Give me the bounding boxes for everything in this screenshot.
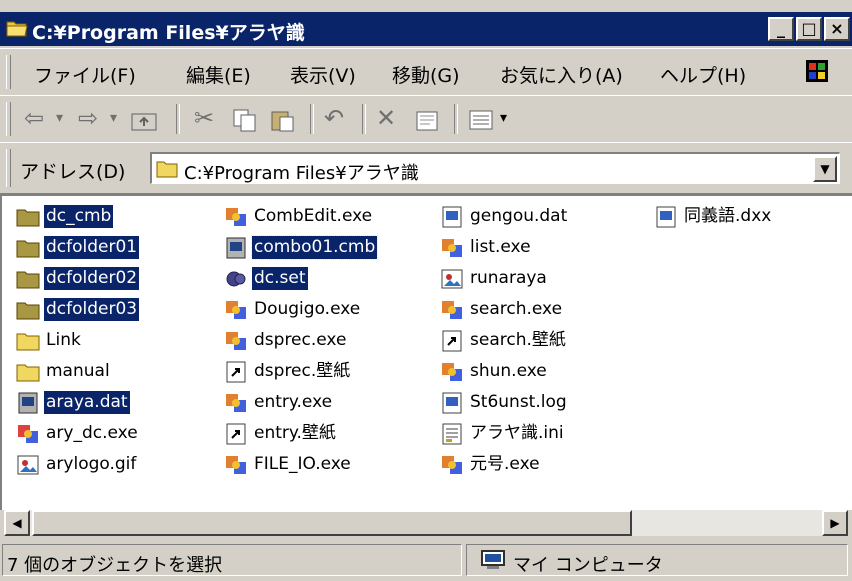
undo-button[interactable]: ↶	[324, 104, 344, 132]
maximize-button[interactable]: □	[796, 17, 822, 41]
forward-dropdown-icon[interactable]: ▾	[110, 104, 117, 132]
ini-icon	[442, 423, 462, 445]
folder-icon	[16, 302, 40, 320]
toolbar-separator	[362, 104, 366, 134]
exe-icon	[442, 301, 462, 319]
address-dropdown-button[interactable]: ▼	[813, 156, 837, 182]
exe-icon	[442, 239, 462, 257]
address-bar: アドレス(D) C:¥Program Files¥アラヤ識 ▼	[0, 142, 852, 194]
scroll-thumb[interactable]	[32, 510, 632, 536]
scroll-right-button[interactable]: ▶	[822, 510, 848, 536]
status-panel-selection: 7 個のオブジェクトを選択	[2, 544, 462, 576]
exe-icon	[442, 456, 462, 474]
document-icon	[226, 237, 246, 259]
menu-go[interactable]: 移動(G)	[392, 61, 460, 88]
address-value: C:¥Program Files¥アラヤ識	[184, 163, 419, 184]
properties-icon[interactable]	[414, 108, 440, 132]
toolbar-grip[interactable]	[6, 102, 11, 136]
folder-icon	[16, 364, 40, 382]
exe-icon	[442, 363, 462, 381]
image-icon	[441, 269, 463, 289]
menu-help[interactable]: ヘルプ(H)	[660, 61, 746, 88]
document-icon	[442, 206, 462, 228]
views-icon[interactable]	[468, 108, 494, 132]
folder-up-icon[interactable]	[130, 108, 158, 132]
folder-open-icon	[6, 21, 28, 37]
views-dropdown-icon[interactable]: ▾	[500, 104, 507, 132]
toolbar-separator	[310, 104, 314, 134]
scroll-left-button[interactable]: ◀	[4, 510, 30, 536]
back-dropdown-icon[interactable]: ▾	[56, 104, 63, 132]
exe-icon	[226, 301, 246, 319]
exe-icon	[226, 332, 246, 350]
address-label: アドレス(D)	[20, 161, 126, 183]
file-list[interactable]: dc_cmb dcfolder01 dcfolder02 dcfolder03 …	[0, 194, 852, 510]
horizontal-scrollbar[interactable]: ◀ ▶	[4, 510, 848, 536]
menu-edit[interactable]: 編集(E)	[186, 61, 251, 88]
title-bar[interactable]: C:¥Program Files¥アラヤ識 _ □ ×	[0, 12, 852, 46]
explorer-window: C:¥Program Files¥アラヤ識 _ □ × ファイル(F) 編集(E…	[0, 0, 852, 581]
close-button[interactable]: ×	[824, 17, 850, 41]
address-grip[interactable]	[6, 149, 11, 187]
image-icon	[17, 455, 39, 475]
menu-view[interactable]: 表示(V)	[290, 61, 356, 88]
shortcut-icon	[442, 330, 462, 352]
menu-bar: ファイル(F) 編集(E) 表示(V) 移動(G) お気に入り(A) ヘルプ(H…	[0, 48, 852, 96]
settings-icon	[226, 271, 246, 287]
delete-button[interactable]: ✕	[376, 104, 396, 132]
exe-icon	[18, 425, 38, 443]
exe-icon	[226, 456, 246, 474]
folder-icon	[16, 333, 40, 351]
back-button[interactable]: ⇦	[24, 104, 44, 132]
folder-icon	[16, 271, 40, 289]
document-icon	[18, 392, 38, 414]
status-location-text: マイ コンピュータ	[513, 555, 663, 576]
status-bar: 7 個のオブジェクトを選択 マイ コンピュータ	[0, 540, 852, 581]
status-selection-text: 7 個のオブジェクトを選択	[7, 555, 223, 576]
folder-icon	[16, 209, 40, 227]
window-title: C:¥Program Files¥アラヤ識	[32, 22, 305, 44]
forward-button[interactable]: ⇨	[78, 104, 98, 132]
menu-file[interactable]: ファイル(F)	[34, 61, 136, 88]
toolbar-separator	[454, 104, 458, 134]
menu-grip[interactable]	[6, 55, 11, 89]
shortcut-icon	[226, 361, 246, 383]
windows-logo-icon	[806, 60, 828, 82]
paste-icon[interactable]	[270, 108, 296, 132]
toolbar: ⇦ ▾ ⇨ ▾ ✂ ↶ ✕ ▾	[0, 95, 852, 143]
cut-button[interactable]: ✂	[194, 104, 214, 132]
exe-icon	[226, 394, 246, 412]
folder-icon	[156, 161, 178, 178]
my-computer-icon	[481, 550, 505, 569]
minimize-button[interactable]: _	[768, 17, 794, 41]
exe-icon	[226, 208, 246, 226]
document-icon	[656, 206, 676, 228]
menu-favorites[interactable]: お気に入り(A)	[500, 61, 623, 88]
document-icon	[442, 392, 462, 414]
copy-icon[interactable]	[232, 108, 258, 132]
address-input[interactable]: C:¥Program Files¥アラヤ識 ▼	[150, 152, 840, 184]
status-panel-location: マイ コンピュータ	[466, 544, 848, 576]
toolbar-separator	[176, 104, 180, 134]
folder-icon	[16, 240, 40, 258]
shortcut-icon	[226, 423, 246, 445]
